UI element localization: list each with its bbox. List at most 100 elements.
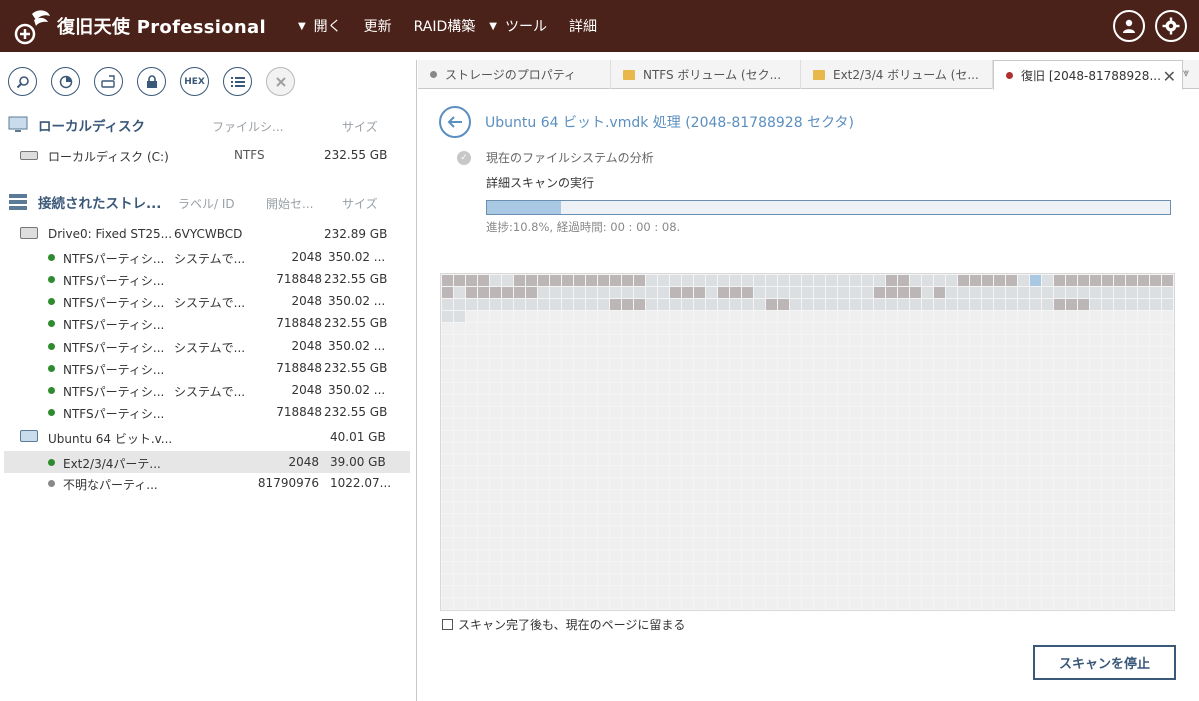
sector-cell: [1090, 490, 1101, 502]
sector-cell: [1090, 514, 1101, 526]
sector-cell: [538, 490, 549, 502]
sector-cell: [814, 466, 825, 478]
vm-partition-row-selected[interactable]: Ext2/3/4パーテ... 2048 39.00 GB: [4, 451, 410, 473]
stop-scan-button[interactable]: スキャンを停止: [1033, 645, 1176, 680]
sector-cell: [766, 310, 777, 322]
sector-cell: [778, 346, 789, 358]
sector-cell: [490, 574, 501, 586]
sector-cell: [466, 478, 477, 490]
user-button[interactable]: [1113, 10, 1145, 42]
sector-cell: [586, 538, 597, 550]
search-button[interactable]: [8, 67, 37, 96]
hard-drive-icon: [20, 151, 38, 160]
sector-cell: [1138, 454, 1149, 466]
sector-cell: [754, 286, 765, 298]
col-size-header[interactable]: サイズ: [342, 118, 378, 135]
analyze-button[interactable]: [51, 67, 80, 96]
col-size-header[interactable]: サイズ: [342, 195, 378, 212]
sector-cell: [838, 394, 849, 406]
menu-open[interactable]: ▼ 開く: [298, 16, 342, 36]
sector-cell: [1090, 334, 1101, 346]
partition-row[interactable]: NTFSパーティシ... システムで... 2048 350.02 ...: [4, 290, 410, 312]
sector-cell: [718, 418, 729, 430]
sector-cell: [970, 346, 981, 358]
list-button[interactable]: [223, 67, 252, 96]
sector-cell: [766, 334, 777, 346]
col-label-header[interactable]: ラベル/ ID: [178, 195, 235, 212]
stay-on-page-option[interactable]: スキャン完了後も、現在のページに留まる: [442, 616, 685, 633]
close-button[interactable]: [266, 67, 295, 96]
partition-row[interactable]: NTFSパーティシ... 718848 232.55 GB: [4, 268, 410, 290]
stay-checkbox[interactable]: [442, 619, 453, 630]
sector-cell: [838, 442, 849, 454]
partition-row[interactable]: NTFSパーティシ... 718848 232.55 GB: [4, 312, 410, 334]
back-button[interactable]: [439, 106, 471, 138]
vm-partition-row[interactable]: 不明なパーティ... 81790976 1022.07...: [4, 472, 410, 494]
sector-cell: [970, 430, 981, 442]
vm-partition-size: 39.00 GB: [330, 455, 386, 469]
sector-cell: [778, 310, 789, 322]
sector-cell: [454, 526, 465, 538]
sector-cell: [526, 502, 537, 514]
sector-cell: [622, 334, 633, 346]
partition-row[interactable]: NTFSパーティシ... システムで... 2048 350.02 ...: [4, 379, 410, 401]
partition-name: NTFSパーティシ...: [63, 363, 165, 377]
sector-cell: [646, 370, 657, 382]
sector-cell: [454, 275, 465, 286]
sector-cell: [754, 418, 765, 430]
sector-cell: [718, 286, 729, 298]
tab-label: NTFS ボリューム (セク...: [643, 68, 782, 82]
sector-cell: [994, 574, 1005, 586]
tab-ext-volume[interactable]: Ext2/3/4 ボリューム (セ...: [801, 60, 993, 89]
close-tab-icon[interactable]: ✕: [1163, 67, 1176, 86]
sector-cell: [466, 454, 477, 466]
sector-cell: [538, 310, 549, 322]
partition-row[interactable]: NTFSパーティシ... システムで... 2048 350.02 ...: [4, 246, 410, 268]
sector-cell: [526, 286, 537, 298]
menu-tools[interactable]: ▼ ツール: [489, 16, 547, 36]
sector-cell: [982, 514, 993, 526]
hex-button[interactable]: HEX: [180, 67, 209, 96]
sector-cell: [670, 574, 681, 586]
sector-cell: [1030, 454, 1041, 466]
col-start-header[interactable]: 開始セ...: [266, 195, 313, 212]
tab-ntfs-volume[interactable]: NTFS ボリューム (セク...: [611, 60, 801, 89]
sector-cell: [538, 574, 549, 586]
lock-button[interactable]: [137, 67, 166, 96]
sector-cell: [790, 286, 801, 298]
sector-cell: [922, 430, 933, 442]
partition-row[interactable]: NTFSパーティシ... 718848 232.55 GB: [4, 401, 410, 423]
sector-cell: [574, 322, 585, 334]
sector-cell: [586, 454, 597, 466]
sector-cell: [1042, 466, 1053, 478]
vm-disk-row[interactable]: Ubuntu 64 ビット.v... 40.01 GB: [4, 426, 410, 448]
partition-row[interactable]: NTFSパーティシ... システムで... 2048 350.02 ...: [4, 335, 410, 357]
drive0-row[interactable]: Drive0: Fixed ST25... 6VYCWBCD 232.89 GB: [4, 223, 410, 245]
col-filesystem-header[interactable]: ファイルシ...: [212, 118, 283, 135]
local-disk-row[interactable]: ローカルディスク (C:) NTFS 232.55 GB: [4, 144, 410, 166]
menu-details[interactable]: 詳細: [569, 16, 597, 36]
export-button[interactable]: [94, 67, 123, 96]
sector-cell: [766, 490, 777, 502]
settings-button[interactable]: [1155, 10, 1187, 42]
tab-list-dropdown-icon[interactable]: ⩔: [1183, 66, 1199, 80]
sector-cell: [982, 598, 993, 609]
sector-cell: [910, 322, 921, 334]
sector-cell: [850, 394, 861, 406]
tab-storage-properties[interactable]: ストレージのプロパティ: [418, 60, 611, 89]
sector-cell: [610, 406, 621, 418]
sector-cell: [598, 478, 609, 490]
sector-cell: [874, 275, 885, 286]
tab-recovery[interactable]: 復旧 [2048-81788928... ✕: [993, 60, 1183, 90]
sector-cell: [838, 466, 849, 478]
sector-cell: [886, 275, 897, 286]
sector-cell: [1162, 502, 1173, 514]
menu-refresh[interactable]: 更新: [364, 16, 392, 36]
sector-cell: [970, 406, 981, 418]
partition-row[interactable]: NTFSパーティシ... 718848 232.55 GB: [4, 357, 410, 379]
sector-cell: [550, 490, 561, 502]
sector-cell: [622, 502, 633, 514]
sector-cell: [898, 442, 909, 454]
menu-raid[interactable]: RAID構築: [414, 16, 476, 36]
sector-cell: [1030, 286, 1041, 298]
